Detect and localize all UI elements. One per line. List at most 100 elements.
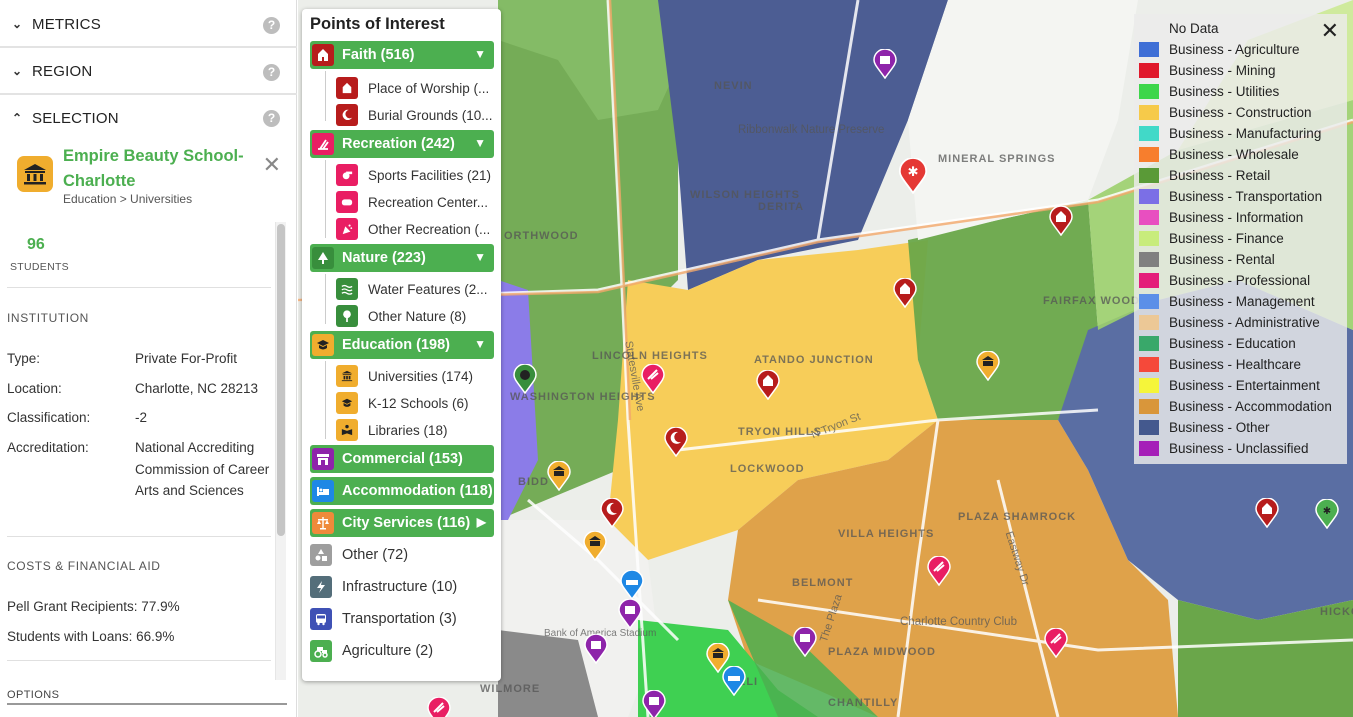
legend-swatch: [1139, 441, 1159, 456]
category-agriculture[interactable]: Agriculture (2): [310, 638, 433, 664]
recreation-pin-icon[interactable]: [427, 697, 451, 717]
legend-entry: Business - Transportation: [1139, 186, 1322, 207]
category-commercial[interactable]: Commercial (153): [310, 445, 494, 473]
nature-pin-icon[interactable]: [513, 364, 537, 394]
legend-label: Business - Healthcare: [1169, 357, 1302, 372]
legend-swatch: [1139, 399, 1159, 414]
legend-label: Business - Information: [1169, 210, 1304, 225]
selection-title: Empire Beauty School-Charlotte: [63, 147, 244, 190]
subitem-other-nature[interactable]: Other Nature (8): [336, 304, 466, 328]
classification-key: Classification:: [7, 410, 91, 425]
commercial-pin-icon[interactable]: [584, 634, 608, 664]
help-icon[interactable]: ?: [263, 17, 280, 34]
category-transportation[interactable]: Transportation (3): [310, 606, 457, 632]
map-label-mineral-springs: MINERAL SPRINGS: [938, 153, 1056, 165]
region-accordion[interactable]: ⌄ REGION ?: [0, 49, 297, 95]
caret-down-icon: ▼: [474, 47, 486, 61]
legend-label: Business - Utilities: [1169, 84, 1280, 99]
legend-swatch: [1139, 378, 1159, 393]
legend-swatch: [1139, 336, 1159, 351]
nature-pin-icon[interactable]: ✱: [1315, 499, 1339, 529]
bed-pin-icon[interactable]: [620, 570, 644, 600]
location-value: Charlotte, NC 28213: [135, 381, 259, 396]
subitem-label: Libraries (18): [368, 422, 448, 438]
legend-swatch: [1139, 126, 1159, 141]
classification-value: -2: [135, 410, 148, 425]
subitem-label: Water Features (2...: [368, 281, 488, 297]
commercial-pin-icon[interactable]: [793, 627, 817, 657]
subitem-burial-grounds[interactable]: Burial Grounds (10...: [336, 103, 493, 127]
legend-swatch: [1139, 420, 1159, 435]
recreation-pin-icon[interactable]: [1044, 628, 1068, 658]
category-faith[interactable]: Faith (516) ▼: [310, 41, 494, 69]
shapes-icon: [310, 544, 332, 566]
divider: [7, 536, 271, 537]
type-value: Private For-Profit: [135, 351, 238, 366]
map-label-tryon-hills: TRYON HILLS: [738, 426, 822, 438]
details-scrollbar[interactable]: [275, 222, 286, 680]
options-label[interactable]: OPTIONS: [7, 689, 59, 701]
subitem-k12-schools[interactable]: K-12 Schools (6): [336, 391, 469, 415]
legend-swatch: [1139, 42, 1159, 57]
tree-round-icon: [336, 305, 358, 327]
metrics-label: METRICS: [32, 15, 101, 33]
subitem-other-recreation[interactable]: Other Recreation (...: [336, 217, 490, 241]
church-pin-icon[interactable]: [1255, 498, 1279, 528]
tree-icon: [312, 247, 334, 269]
recreation-pin-icon[interactable]: [641, 364, 665, 394]
subitem-water-features[interactable]: Water Features (2...: [336, 277, 488, 301]
pell-grant-text: Pell Grant Recipients: 77.9%: [7, 599, 180, 614]
university-pin-icon[interactable]: [547, 461, 571, 491]
legend-entry: Business - Management: [1139, 291, 1315, 312]
university-icon: [17, 156, 53, 192]
metrics-accordion[interactable]: ⌄ METRICS ?: [0, 2, 297, 48]
category-city-services[interactable]: City Services (116) ▶: [310, 509, 494, 537]
category-education[interactable]: Education (198) ▼: [310, 331, 494, 359]
subitem-place-of-worship[interactable]: Place of Worship (...: [336, 76, 489, 100]
book-reader-icon: [336, 419, 358, 441]
close-icon[interactable]: ✕: [1321, 20, 1339, 42]
subitem-universities[interactable]: Universities (174): [336, 364, 473, 388]
burial-pin-icon[interactable]: [600, 498, 624, 528]
help-icon[interactable]: ?: [263, 64, 280, 81]
subitem-recreation-center[interactable]: Recreation Center...: [336, 190, 488, 214]
university-pin-icon[interactable]: [976, 351, 1000, 381]
recreation-pin-icon[interactable]: [927, 556, 951, 586]
burial-pin-icon[interactable]: [664, 427, 688, 457]
snowflake-pin-icon[interactable]: ✱: [898, 158, 928, 194]
help-icon[interactable]: ?: [263, 110, 280, 127]
legend-entry: Business - Healthcare: [1139, 354, 1301, 375]
selection-accordion[interactable]: ⌃ SELECTION ?: [0, 95, 297, 141]
legend-entry: Business - Agriculture: [1139, 39, 1300, 60]
subitem-sports-facilities[interactable]: Sports Facilities (21): [336, 163, 491, 187]
subitem-libraries[interactable]: Libraries (18): [336, 418, 448, 442]
church-pin-icon[interactable]: [756, 370, 780, 400]
scrollbar-thumb[interactable]: [277, 224, 285, 536]
selection-details[interactable]: 96 STUDENTS INSTITUTION Type: Private Fo…: [0, 220, 297, 680]
legend-entry: Business - Retail: [1139, 165, 1270, 186]
location-key: Location:: [7, 381, 62, 396]
category-infrastructure[interactable]: Infrastructure (10): [310, 574, 457, 600]
commercial-pin-icon[interactable]: [618, 599, 642, 629]
scales-icon: [312, 512, 334, 534]
commercial-pin-icon[interactable]: [873, 49, 897, 79]
legend-label: Business - Management: [1169, 294, 1315, 309]
legend-swatch: [1139, 231, 1159, 246]
legend-label: Business - Transportation: [1169, 189, 1323, 204]
church-pin-icon[interactable]: [893, 278, 917, 308]
church-icon: [336, 77, 358, 99]
students-count: 96: [27, 236, 45, 253]
bed-pin-icon[interactable]: [722, 666, 746, 696]
category-nature[interactable]: Nature (223) ▼: [310, 244, 494, 272]
category-label: Recreation (242): [342, 136, 455, 152]
close-icon[interactable]: ✕: [263, 154, 281, 176]
category-accommodation[interactable]: Accommodation (118): [310, 477, 494, 505]
commercial-pin-icon[interactable]: [642, 690, 666, 717]
map-label-hickory: HICKO: [1320, 606, 1353, 618]
legend-swatch: [1139, 210, 1159, 225]
university-pin-icon[interactable]: [583, 531, 607, 561]
church-pin-icon[interactable]: [1049, 206, 1073, 236]
category-other[interactable]: Other (72): [310, 542, 408, 568]
chevron-down-icon: ⌄: [12, 64, 23, 78]
category-recreation[interactable]: Recreation (242) ▼: [310, 130, 494, 158]
